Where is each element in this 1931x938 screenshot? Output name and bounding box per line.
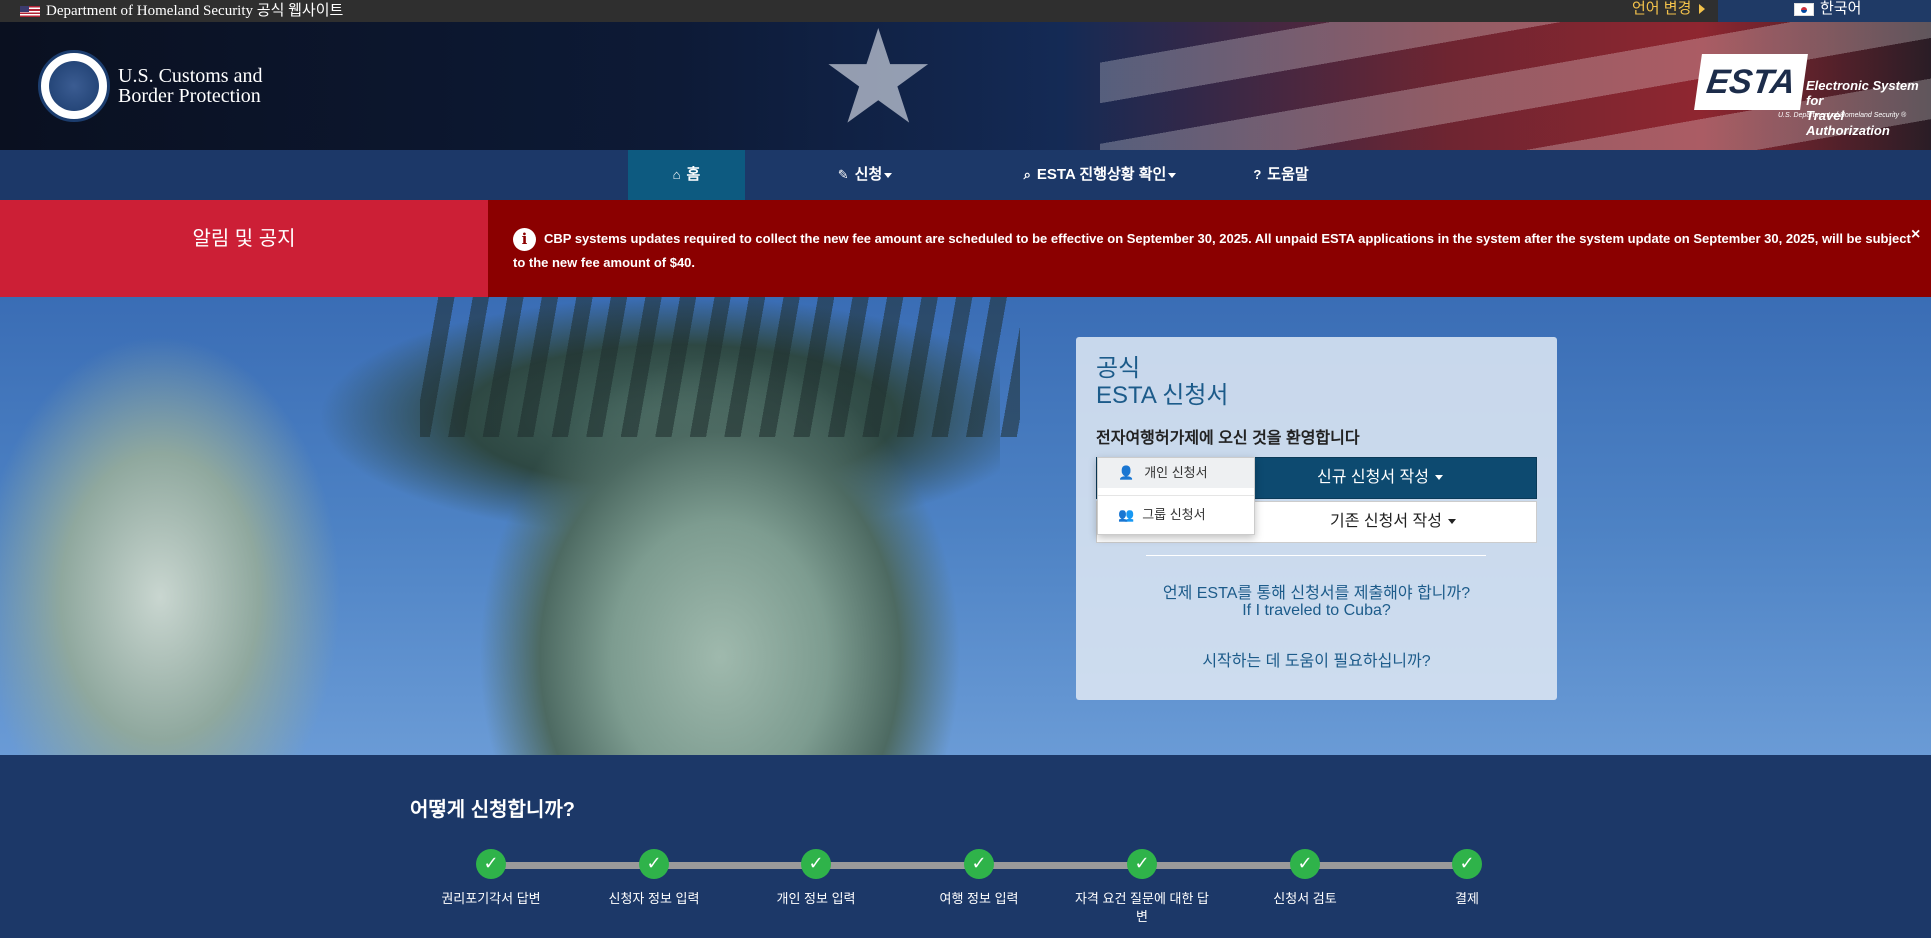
- info-icon: i: [513, 228, 536, 252]
- esta-logo[interactable]: ESTA Electronic System for Travel Author…: [1694, 52, 1928, 138]
- top-bar: Department of Homeland Security 공식 웹사이트 …: [0, 0, 1931, 22]
- individual-application-option[interactable]: 👤 개인 신청서: [1098, 458, 1254, 488]
- alert-label: 알림 및 공지: [0, 200, 488, 297]
- esta-logo-dhs: U.S. Department of Homeland Security ®: [1778, 112, 1907, 119]
- existing-application-label: 기존 신청서 작성: [1330, 513, 1442, 530]
- alert-banner: 알림 및 공지 i CBP systems updates required to…: [0, 200, 1931, 297]
- language-change-button[interactable]: 언어 변경: [1632, 0, 1706, 22]
- new-application-dropdown: 👤 개인 신청서 👥 그룹 신청서: [1097, 457, 1255, 535]
- how-to-apply-section: 어떻게 신청합니까? ✓ 권리포기각서 답변 ✓ 신청자 정보 입력 ✓ 개인 …: [0, 755, 1931, 938]
- nav-apply-label: 신청: [854, 166, 883, 183]
- nav-home-label: 홈: [686, 166, 701, 183]
- question-circle-icon: ?: [1253, 167, 1262, 182]
- users-icon: 👥: [1118, 507, 1135, 522]
- card-divider: [1146, 555, 1486, 556]
- dhs-official-text: Department of Homeland Security 공식 웹사이트: [46, 3, 344, 19]
- pencil-icon: ✎: [837, 167, 849, 182]
- nav-apply[interactable]: ✎ 신청: [820, 150, 910, 200]
- dhs-official-banner: Department of Homeland Security 공식 웹사이트: [20, 0, 343, 22]
- dropdown-divider: [1098, 495, 1254, 496]
- step-label: 여행 정보 입력: [939, 891, 1019, 906]
- step-label: 신청자 정보 입력: [608, 891, 700, 906]
- home-icon: ⌂: [672, 167, 681, 182]
- group-application-label: 그룹 신청서: [1142, 507, 1206, 522]
- search-icon: ⌕: [1023, 167, 1031, 182]
- step-check-icon: ✓: [1127, 849, 1157, 879]
- close-icon[interactable]: ×: [1911, 226, 1920, 244]
- chevron-down-icon: [1168, 172, 1177, 178]
- step-label: 개인 정보 입력: [776, 891, 856, 906]
- alert-message: CBP systems updates required to collect …: [513, 231, 1911, 271]
- individual-application-label: 개인 신청서: [1144, 465, 1208, 480]
- how-to-apply-title: 어떻게 신청합니까?: [410, 799, 575, 821]
- step-label: 신청서 검토: [1273, 891, 1337, 906]
- language-change-label: 언어 변경: [1632, 0, 1692, 17]
- step-label: 결제: [1455, 891, 1479, 906]
- nav-status-label: ESTA 진행상황 확인: [1036, 166, 1167, 183]
- step-check-icon: ✓: [801, 849, 831, 879]
- card-title: 공식 ESTA 신청서: [1096, 355, 1229, 409]
- new-application-label: 신규 신청서 작성: [1317, 469, 1429, 486]
- step-check-icon: ✓: [639, 849, 669, 879]
- step-check-icon: ✓: [1290, 849, 1320, 879]
- current-language-selector[interactable]: 한국어: [1718, 0, 1931, 22]
- cuba-travel-link[interactable]: If I traveled to Cuba?: [1076, 602, 1557, 620]
- getting-started-help-link[interactable]: 시작하는 데 도움이 필요하십니까?: [1076, 647, 1557, 671]
- us-flag-icon: [20, 5, 40, 17]
- step-check-icon: ✓: [964, 849, 994, 879]
- esta-logo-mark: ESTA: [1694, 54, 1808, 110]
- main-nav: ⌂ 홈 ✎ 신청 ⌕ ESTA 진행상황 확인 ? 도움말: [0, 150, 1931, 200]
- step-label: 권리포기각서 답변: [441, 891, 541, 906]
- step-check-icon: ✓: [1452, 849, 1482, 879]
- esta-logo-line1: Electronic System for: [1806, 78, 1919, 108]
- hero-section: [0, 297, 1931, 755]
- cbp-logo-text[interactable]: U.S. Customs and Border Protection: [118, 66, 262, 106]
- dhs-seal-logo[interactable]: [38, 50, 110, 122]
- site-header: ★: [0, 22, 1931, 150]
- seal-emblem: [49, 61, 99, 111]
- cbp-name-line1: U.S. Customs and: [118, 65, 263, 87]
- step-label: 자격 요건 질문에 대한 답변: [1074, 891, 1210, 924]
- cbp-name-line2: Border Protection: [118, 85, 261, 107]
- chevron-down-icon: [884, 172, 893, 178]
- nav-home[interactable]: ⌂ 홈: [628, 150, 745, 200]
- welcome-text: 전자여행허가제에 오신 것을 환영합니다: [1096, 430, 1360, 447]
- chevron-down-icon: [1448, 519, 1457, 525]
- korea-flag-icon: [1794, 2, 1814, 16]
- step-check-icon: ✓: [476, 849, 506, 879]
- group-application-option[interactable]: 👥 그룹 신청서: [1098, 500, 1254, 530]
- caret-right-icon: [1699, 4, 1706, 15]
- nav-help-label: 도움말: [1267, 166, 1309, 183]
- current-language-label: 한국어: [1820, 0, 1862, 17]
- statue-crown-image: [420, 297, 1020, 437]
- chevron-down-icon: [1435, 475, 1444, 481]
- alert-message-container: i CBP systems updates required to collect…: [513, 227, 1913, 274]
- when-to-apply-link[interactable]: 언제 ESTA를 통해 신청서를 제출해야 합니까?: [1076, 579, 1557, 603]
- card-title-line1: 공식: [1096, 355, 1141, 382]
- esta-logo-text: Electronic System for Travel Authorizati…: [1806, 78, 1928, 138]
- user-icon: 👤: [1118, 465, 1135, 480]
- flag-star-background: ★: [820, 22, 937, 150]
- nav-help[interactable]: ? 도움말: [1236, 150, 1326, 200]
- nav-status[interactable]: ⌕ ESTA 진행상황 확인: [1010, 150, 1190, 200]
- card-title-line2: ESTA 신청서: [1096, 382, 1229, 409]
